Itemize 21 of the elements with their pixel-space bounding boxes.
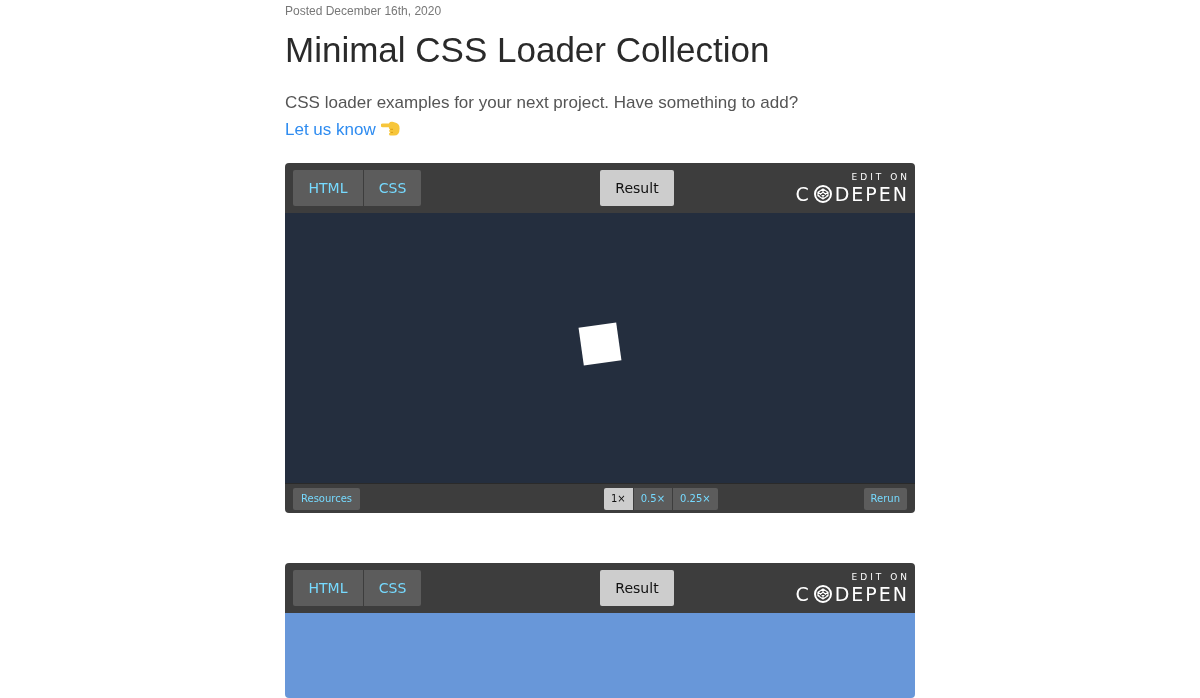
resources-button[interactable]: Resources bbox=[293, 487, 361, 510]
edit-on-codepen-link[interactable]: EDIT ON C DEPEN bbox=[795, 172, 907, 204]
post-title: Minimal CSS Loader Collection bbox=[285, 29, 771, 71]
pointing-hand-icon bbox=[380, 121, 400, 136]
zoom-button[interactable]: 0.5× bbox=[633, 487, 673, 510]
rerun-button[interactable]: Rerun bbox=[863, 487, 907, 510]
tilted-square-icon bbox=[578, 322, 622, 366]
intro-paragraph: CSS loader examples for your next project. Have something to add? Let us know bbox=[285, 92, 800, 141]
cube-icon bbox=[813, 585, 832, 603]
cube-icon bbox=[813, 185, 832, 203]
zoom-button[interactable]: 1× bbox=[604, 487, 633, 510]
tab[interactable]: Result bbox=[600, 570, 674, 606]
edit-on-codepen-link[interactable]: EDIT ON C DEPEN bbox=[795, 572, 907, 604]
tab[interactable]: Result bbox=[600, 170, 674, 206]
post-date: Posted December 16th, 2020 bbox=[285, 3, 443, 18]
tab[interactable]: HTML bbox=[293, 170, 363, 206]
tab[interactable]: HTML bbox=[293, 570, 363, 606]
tab[interactable]: CSS bbox=[364, 570, 421, 606]
text-link[interactable]: Let us know bbox=[285, 120, 376, 139]
tab[interactable]: CSS bbox=[364, 170, 421, 206]
zoom-button[interactable]: 0.25× bbox=[673, 487, 718, 510]
